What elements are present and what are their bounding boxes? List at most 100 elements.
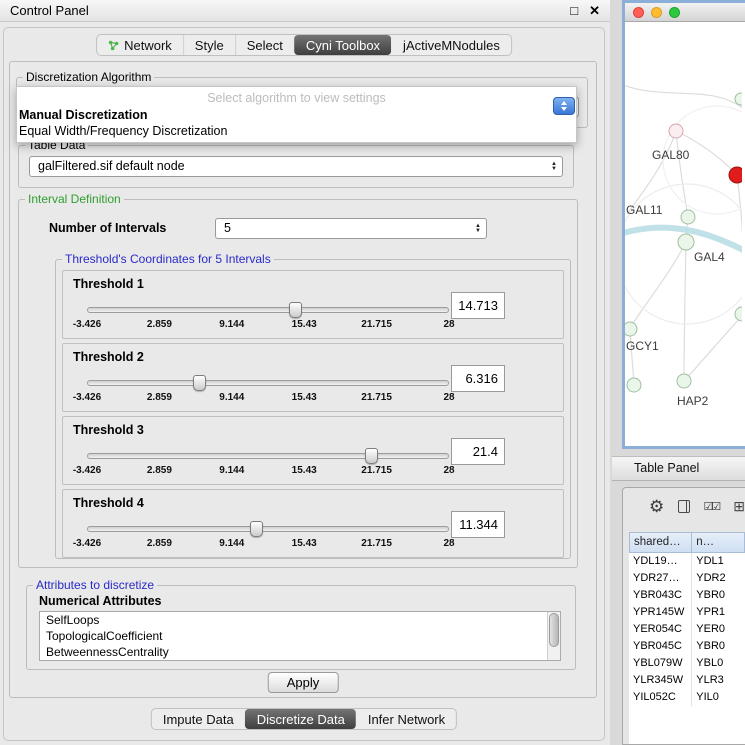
attribute-item[interactable]: SelfLoops [40, 612, 560, 628]
table-cell[interactable]: YBR0 [692, 638, 745, 655]
network-node[interactable] [735, 307, 742, 321]
network-node[interactable] [669, 124, 683, 138]
node-label: HAP2 [677, 394, 709, 408]
combobox-stepper-icon[interactable] [553, 97, 575, 115]
tab-jactivemnodules[interactable]: jActiveMNodules [391, 35, 511, 55]
table-cell[interactable]: YBL0 [692, 655, 745, 672]
scrollbar[interactable] [547, 612, 560, 660]
node-label: GAL80 [652, 148, 690, 162]
slider-thumb[interactable] [365, 448, 378, 464]
tab-network[interactable]: Network [97, 35, 183, 55]
table-cell[interactable]: YDL1 [692, 553, 745, 570]
slider-thumb[interactable] [193, 375, 206, 391]
group-title: Threshold's Coordinates for 5 Intervals [62, 252, 274, 266]
group-title: Interval Definition [25, 192, 124, 206]
threshold-2-value-field[interactable]: 6.316 [451, 365, 505, 392]
stepper-arrows-icon[interactable]: ▲▼ [551, 157, 557, 176]
network-canvas[interactable]: GAL80 GAL11 GAL4 GCY1 HAP2 [625, 22, 745, 446]
table-cell[interactable]: YBR043C [629, 587, 692, 604]
panel-title: Control Panel [10, 3, 89, 18]
table-cell[interactable]: YBR045C [629, 638, 692, 655]
table-cell[interactable]: YER054C [629, 621, 692, 638]
table-row[interactable]: YPR145WYPR1 [629, 604, 745, 621]
table-cell[interactable]: YPR1 [692, 604, 745, 621]
threshold-label: Threshold 4 [73, 496, 144, 510]
table-cell[interactable]: YIL0 [692, 689, 745, 706]
network-node[interactable] [678, 234, 694, 250]
network-node[interactable] [681, 210, 695, 224]
threshold-2-box: Threshold 2 -3.4262.8599.14415.4321.7152… [62, 343, 564, 412]
network-node[interactable] [677, 374, 691, 388]
table-panel-header[interactable]: Table Panel [612, 456, 745, 481]
threshold-1-value-field[interactable]: 14.713 [451, 292, 505, 319]
float-window-icon[interactable]: □ [570, 4, 578, 17]
table-row[interactable]: YER054CYER0 [629, 621, 745, 638]
dropdown-option-manual-discretization[interactable]: Manual Discretization [17, 107, 576, 123]
tab-impute-data[interactable]: Impute Data [152, 709, 245, 729]
table-row[interactable]: YBR043CYBR0 [629, 587, 745, 604]
tab-infer-network[interactable]: Infer Network [356, 709, 456, 729]
apply-button[interactable]: Apply [268, 672, 339, 693]
tab-cyni-toolbox[interactable]: Cyni Toolbox [294, 35, 391, 55]
table-row[interactable]: YBR045CYBR0 [629, 638, 745, 655]
table-cell[interactable]: YBL079W [629, 655, 692, 672]
table-row[interactable]: YDL19…YDL1 [629, 553, 745, 570]
column-header-shared-name[interactable]: shared… [629, 532, 692, 553]
dropdown-option-equal-width-frequency[interactable]: Equal Width/Frequency Discretization [17, 123, 576, 139]
threshold-3-value-field[interactable]: 21.4 [451, 438, 505, 465]
attribute-item[interactable]: BetweennessCentrality [40, 644, 560, 660]
table-row[interactable]: YBL079WYBL0 [629, 655, 745, 672]
network-node[interactable] [735, 93, 742, 105]
slider-thumb[interactable] [250, 521, 263, 537]
table-cell[interactable]: YLR3 [692, 672, 745, 689]
tick-label: 2.859 [147, 465, 172, 476]
select-all-checks-icon[interactable]: ☑☑ [704, 500, 720, 513]
scrollbar-thumb[interactable] [549, 613, 559, 647]
network-node[interactable] [627, 378, 641, 392]
column-header-name[interactable]: n… [692, 532, 745, 553]
numerical-attributes-list[interactable]: SelfLoopsTopologicalCoefficientBetweenne… [39, 611, 561, 661]
tick-label: -3.426 [73, 392, 101, 403]
zoom-traffic-light[interactable] [669, 7, 680, 18]
number-of-intervals-combobox[interactable]: 5 ▲▼ [215, 218, 487, 239]
node-label: GAL11 [626, 203, 663, 217]
threshold-3-slider[interactable] [87, 453, 449, 459]
table-cell[interactable]: YLR345W [629, 672, 692, 689]
stepper-arrows-icon[interactable]: ▲▼ [475, 219, 481, 238]
table-data-combobox[interactable]: galFiltered.sif default node ▲▼ [29, 156, 563, 177]
table-row[interactable]: YDR27…YDR2 [629, 570, 745, 587]
threshold-4-value-field[interactable]: 11.344 [451, 511, 505, 538]
tab-style[interactable]: Style [183, 35, 235, 55]
table-cell[interactable]: YDR2 [692, 570, 745, 587]
table-cell[interactable]: YER0 [692, 621, 745, 638]
close-icon[interactable]: ✕ [589, 4, 600, 17]
threshold-1-slider[interactable] [87, 307, 449, 313]
threshold-2-slider[interactable] [87, 380, 449, 386]
table-row[interactable]: YIL052CYIL0 [629, 689, 745, 706]
close-traffic-light[interactable] [633, 7, 644, 18]
network-node-selected[interactable] [729, 167, 742, 183]
grid-icon[interactable]: ⊞ [733, 498, 745, 515]
tab-discretize-data[interactable]: Discretize Data [245, 709, 356, 729]
table-cell[interactable]: YDR27… [629, 570, 692, 587]
tab-label: Select [247, 38, 283, 53]
threshold-4-slider[interactable] [87, 526, 449, 532]
algorithm-dropdown-list: Select algorithm to view settings Manual… [16, 86, 577, 143]
slider-thumb[interactable] [289, 302, 302, 318]
table-toolbar: ⚙ ☑☑ ⊞ [623, 488, 745, 524]
columns-icon[interactable] [678, 500, 689, 513]
network-node[interactable] [625, 322, 637, 336]
group-title: Discretization Algorithm [23, 70, 154, 84]
table-row[interactable]: YLR345WYLR3 [629, 672, 745, 689]
tick-label: 28 [443, 392, 454, 403]
table-cell[interactable]: YDL19… [629, 553, 692, 570]
attribute-item[interactable]: TopologicalCoefficient [40, 628, 560, 644]
table-cell[interactable]: YBR0 [692, 587, 745, 604]
table-cell[interactable]: YPR145W [629, 604, 692, 621]
table-panel-window: ⚙ ☑☑ ⊞ shared… n… YDL19…YDL1YDR27…YDR2YB… [622, 487, 745, 745]
gear-icon[interactable]: ⚙ [649, 498, 664, 515]
table-cell[interactable]: YIL052C [629, 689, 692, 706]
tab-select[interactable]: Select [235, 35, 294, 55]
minimize-traffic-light[interactable] [651, 7, 662, 18]
cyni-toolbox-panel: Discretization Algorithm Select algorith… [9, 61, 597, 698]
